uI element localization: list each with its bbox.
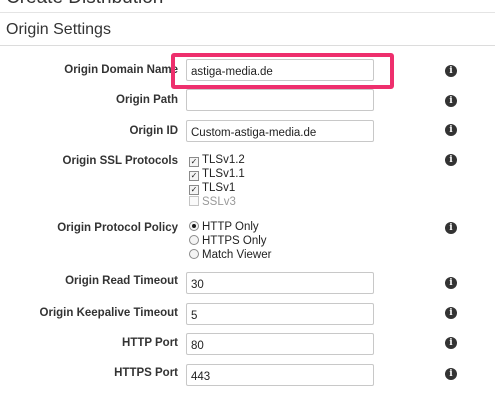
- policy-option-label: HTTPS Only: [202, 235, 267, 247]
- origin-path-label: Origin Path: [116, 94, 178, 106]
- http-port-input[interactable]: 80: [186, 333, 374, 355]
- page-title: Create Distribution: [6, 0, 163, 9]
- ssl-option-sslv3: SSLv3: [189, 196, 236, 208]
- ssl-option-label: SSLv3: [202, 196, 236, 208]
- checkbox-checked[interactable]: ✓: [189, 157, 199, 167]
- ssl-option-tlsv1-1[interactable]: ✓ TLSv1.1: [189, 168, 245, 181]
- info-icon[interactable]: i: [445, 154, 457, 166]
- origin-id-label: Origin ID: [129, 125, 178, 137]
- checkbox-disabled: [189, 196, 199, 206]
- radio-unselected[interactable]: [189, 249, 199, 259]
- origin-protocol-policy-label: Origin Protocol Policy: [57, 222, 178, 234]
- radio-unselected[interactable]: [189, 235, 199, 245]
- origin-keepalive-timeout-input[interactable]: 5: [186, 303, 374, 325]
- info-icon[interactable]: i: [445, 277, 457, 289]
- info-icon[interactable]: i: [445, 337, 457, 349]
- origin-keepalive-timeout-label: Origin Keepalive Timeout: [39, 307, 178, 319]
- info-icon[interactable]: i: [445, 124, 457, 136]
- info-icon[interactable]: i: [445, 95, 457, 107]
- info-icon[interactable]: i: [445, 368, 457, 380]
- origin-read-timeout-input[interactable]: 30: [186, 272, 374, 294]
- checkbox-checked[interactable]: ✓: [189, 185, 199, 195]
- origin-ssl-protocols-label: Origin SSL Protocols: [62, 155, 178, 167]
- policy-option-match-viewer[interactable]: Match Viewer: [189, 249, 271, 261]
- policy-option-https-only[interactable]: HTTPS Only: [189, 235, 267, 247]
- https-port-input[interactable]: 443: [186, 364, 374, 386]
- ssl-option-label: TLSv1.2: [202, 154, 245, 166]
- ssl-option-tlsv1[interactable]: ✓ TLSv1: [189, 182, 235, 195]
- origin-path-input[interactable]: [186, 89, 374, 111]
- divider: [0, 12, 495, 13]
- info-icon[interactable]: i: [445, 307, 457, 319]
- http-port-label: HTTP Port: [121, 337, 178, 349]
- section-title: Origin Settings: [6, 21, 111, 38]
- policy-option-label: HTTP Only: [202, 221, 259, 233]
- ssl-option-label: TLSv1: [202, 182, 236, 194]
- ssl-option-label: TLSv1.1: [202, 168, 245, 180]
- https-port-label: HTTPS Port: [114, 367, 178, 379]
- checkbox-checked[interactable]: ✓: [189, 171, 199, 181]
- highlight-box: [171, 53, 394, 89]
- origin-domain-name-label: Origin Domain Name: [64, 64, 178, 76]
- origin-id-input[interactable]: Custom-astiga-media.de: [186, 120, 374, 142]
- policy-option-http-only[interactable]: HTTP Only: [189, 221, 259, 233]
- origin-read-timeout-label: Origin Read Timeout: [65, 275, 178, 287]
- policy-option-label: Match Viewer: [202, 249, 272, 261]
- divider: [0, 45, 495, 46]
- radio-selected[interactable]: [189, 221, 199, 231]
- info-icon[interactable]: i: [445, 65, 457, 77]
- ssl-option-tlsv1-2[interactable]: ✓ TLSv1.2: [189, 154, 245, 167]
- info-icon[interactable]: i: [445, 222, 457, 234]
